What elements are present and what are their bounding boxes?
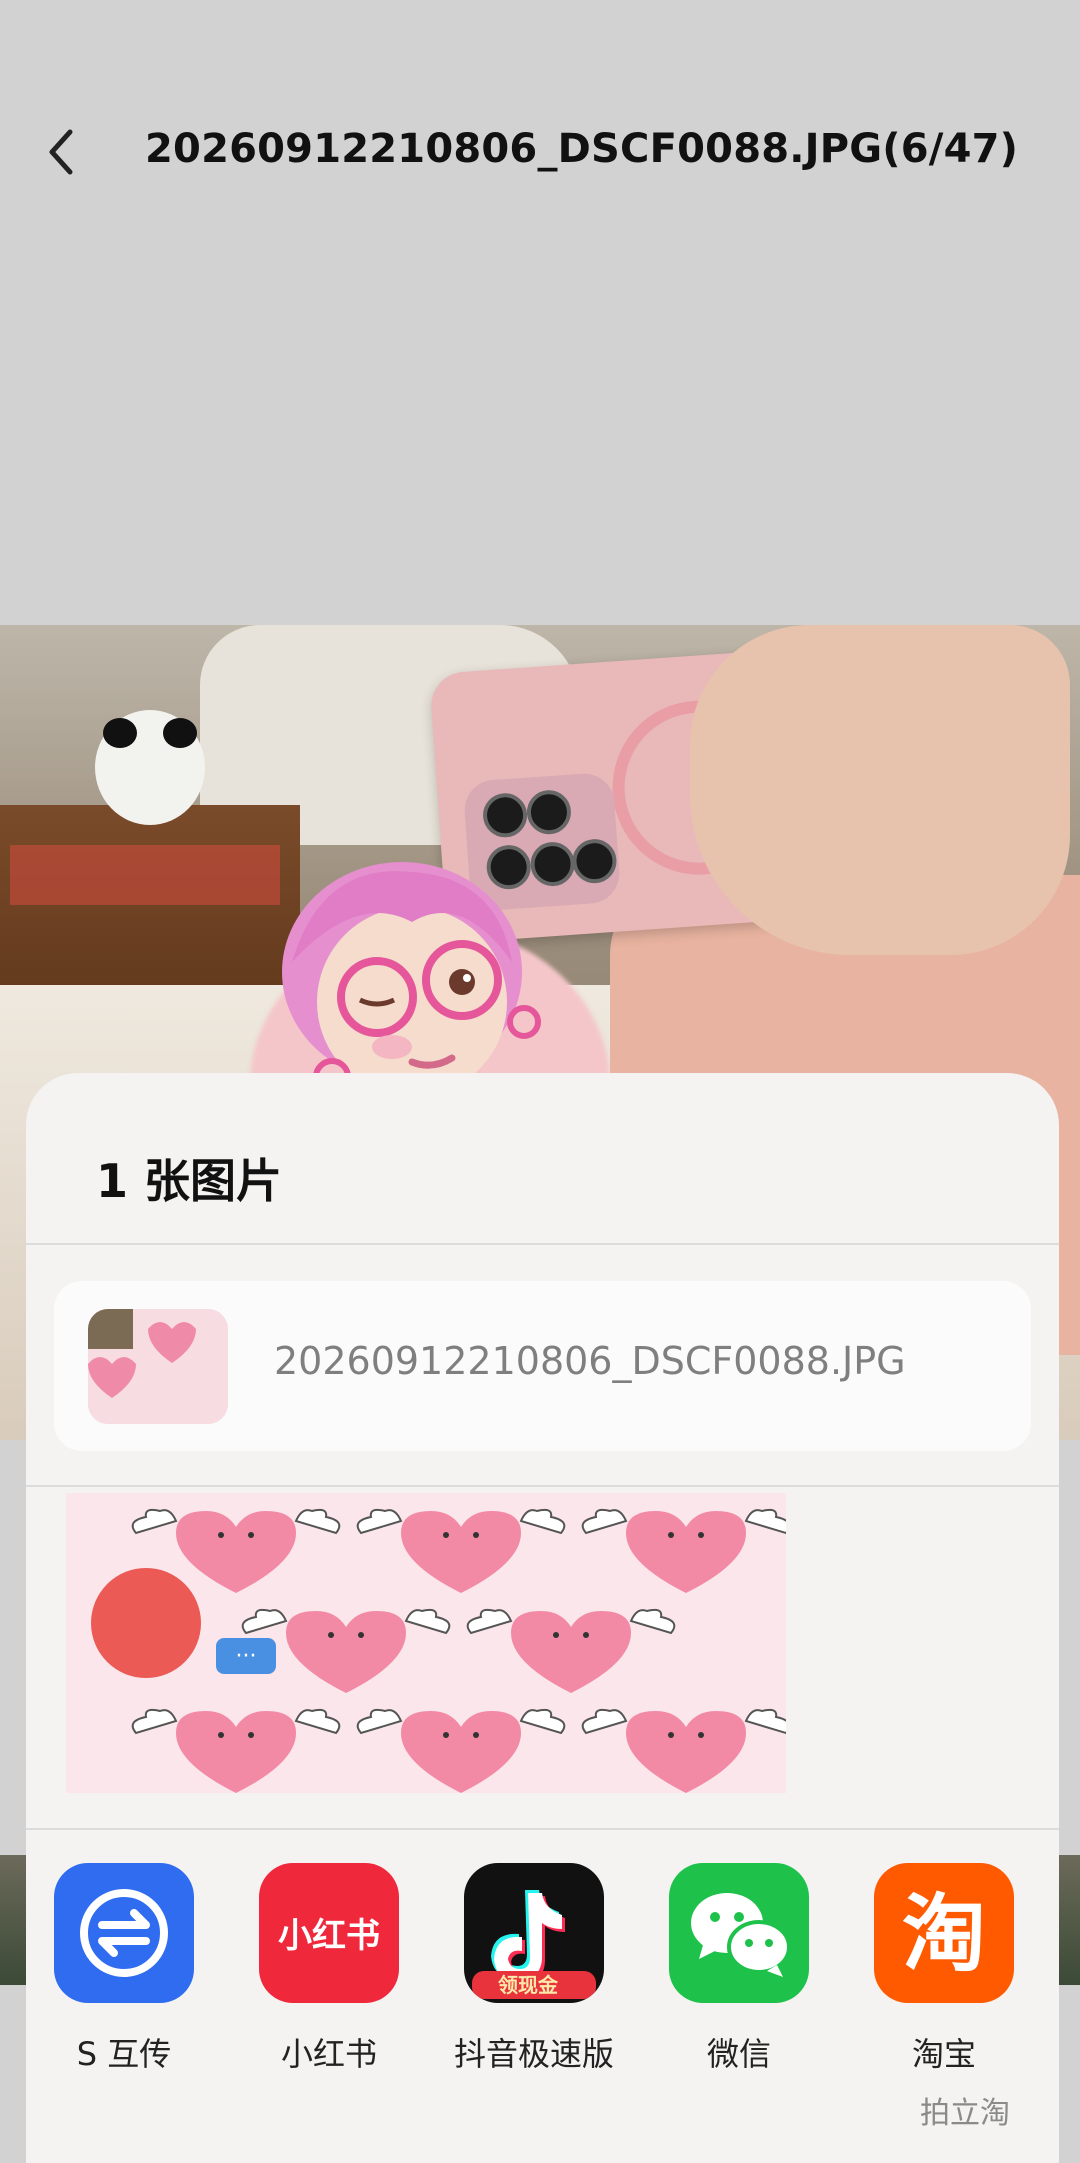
chevron-left-icon [49, 129, 73, 175]
douyin-badge: 领现金 [498, 1973, 559, 1997]
watermark: 拍立淘 [920, 2096, 1010, 2131]
recent-contacts[interactable]: ··· [66, 1493, 786, 1793]
heart-sticker-pattern: ··· [66, 1493, 786, 1793]
app-label: 淘宝 [911, 2035, 976, 2073]
app-label: S 互传 [76, 2035, 172, 2073]
file-card[interactable]: 20260912210806_DSCF0088.JPG [54, 1281, 1031, 1451]
app-label: 抖音极速版 [453, 2035, 614, 2073]
photo-panda [95, 710, 205, 825]
share-app-s-transfer[interactable]: S 互传 [29, 1863, 219, 2075]
app-label: 微信 [706, 2035, 771, 2073]
share-app-wechat[interactable]: 微信 [644, 1863, 834, 2075]
divider [26, 1828, 1059, 1830]
thumbnail-strip-left[interactable] [0, 1855, 28, 1985]
share-sheet-title: 1 张图片 [96, 1154, 283, 1208]
file-thumbnail [88, 1309, 228, 1424]
page-title: 20260912210806_DSCF0088.JPG(6/47) [145, 126, 1019, 172]
douyin-icon: 领现金 [464, 1863, 604, 2003]
xiaohongshu-icon: 小红书 [259, 1863, 399, 2003]
share-app-xiaohongshu[interactable]: 小红书 小红书 [234, 1863, 424, 2075]
wechat-icon [669, 1863, 809, 2003]
svg-text:淘: 淘 [902, 1885, 986, 1983]
top-bar: 20260912210806_DSCF0088.JPG(6/47) [0, 0, 1080, 310]
share-app-row: S 互传 小红书 小红书 领现金 抖音极速版 微信 淘 淘宝 [26, 1863, 1059, 2163]
divider [26, 1243, 1059, 1245]
back-button[interactable] [38, 122, 86, 182]
transfer-icon [54, 1863, 194, 2003]
svg-text:小红书: 小红书 [278, 1916, 380, 1956]
file-name: 20260912210806_DSCF0088.JPG [274, 1339, 906, 1383]
app-label: 小红书 [280, 2035, 377, 2073]
message-badge: ··· [236, 1644, 257, 1669]
share-app-douyin-lite[interactable]: 领现金 抖音极速版 [439, 1863, 629, 2075]
photo-hand [690, 625, 1070, 955]
share-app-taobao[interactable]: 淘 淘宝 [849, 1863, 1039, 2075]
share-sheet: 1 张图片 20260912210806_DSCF0088.JPG ··· S … [26, 1073, 1059, 2163]
divider [26, 1485, 1059, 1487]
taobao-icon: 淘 [874, 1863, 1014, 2003]
